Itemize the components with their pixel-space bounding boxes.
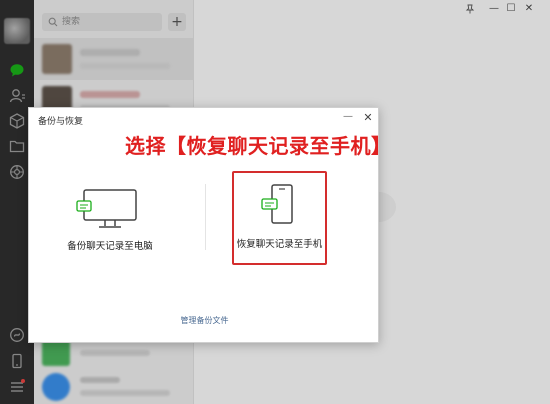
dialog-title: 备份与恢复: [38, 117, 84, 127]
instruction-annotation: 选择【恢复聊天记录至手机】: [125, 134, 392, 158]
computer-icon: [76, 189, 137, 228]
backup-to-computer-option[interactable]: 备份聊天记录至电脑: [49, 180, 171, 258]
dialog-close-button[interactable]: ✕: [361, 111, 375, 125]
manage-backup-files-link[interactable]: 管理备份文件: [29, 315, 380, 326]
backup-restore-dialog: 备份与恢复 — ✕ 选择【恢复聊天记录至手机】 备份聊天记录至电脑 恢复聊天记录…: [28, 107, 391, 343]
backup-to-computer-label: 备份聊天记录至电脑: [67, 241, 153, 252]
restore-to-phone-option[interactable]: 恢复聊天记录至手机: [232, 171, 327, 265]
phone-icon: [261, 184, 293, 224]
options-divider: [205, 184, 206, 250]
dialog-minimize-button[interactable]: —: [341, 111, 355, 125]
restore-to-phone-label: 恢复聊天记录至手机: [236, 239, 323, 250]
